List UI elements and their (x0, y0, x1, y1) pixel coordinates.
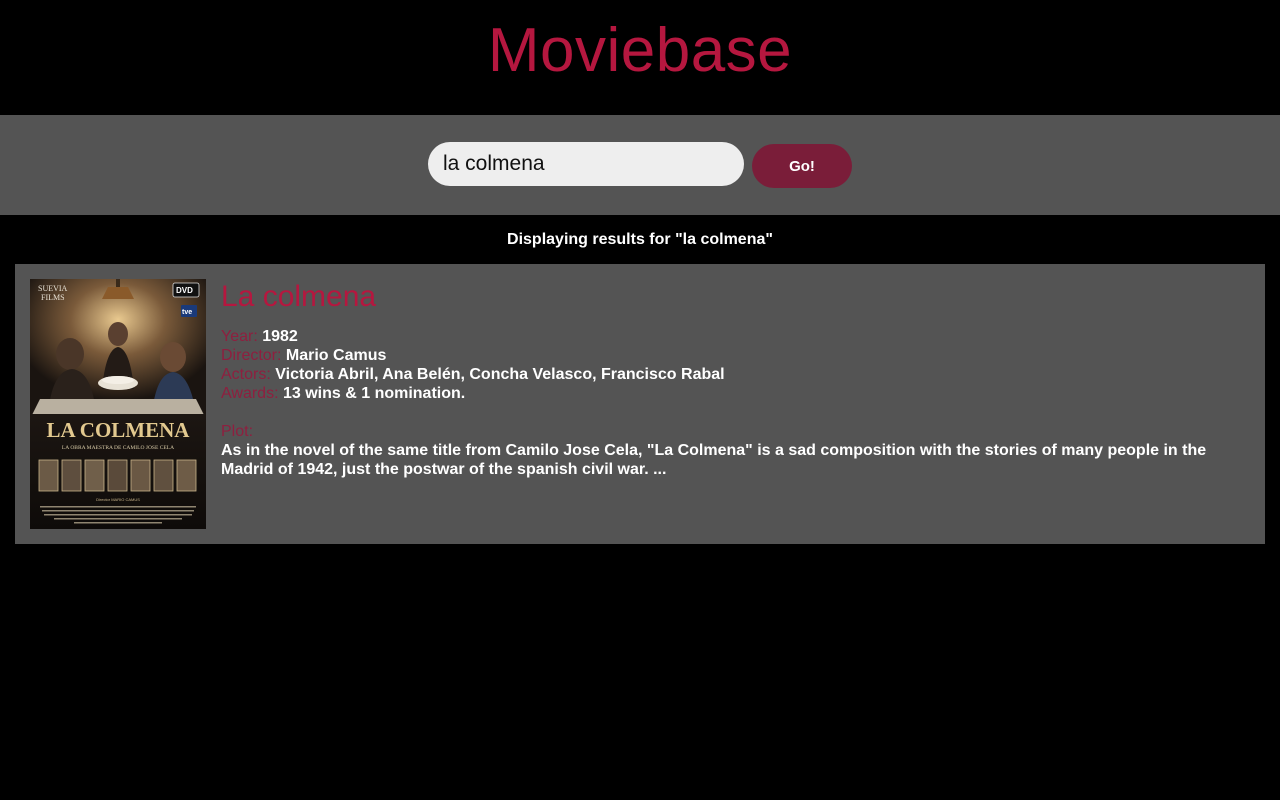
plot-text: As in the novel of the same title from C… (221, 442, 1207, 478)
poster-director-credit: Director MARIO CAMUS (96, 497, 140, 502)
plot-label: Plot: (221, 423, 254, 440)
poster-cast-portraits (38, 459, 197, 492)
header: Moviebase (0, 0, 1280, 115)
poster-studio-line1: SUEVIA (38, 284, 68, 293)
app-title: Moviebase (487, 16, 793, 85)
awards-label: Awards: (221, 385, 279, 402)
search-bar: Go! (0, 115, 1280, 215)
poster-studio-line2: FILMS (41, 293, 65, 302)
movie-awards: Awards: 13 wins & 1 nomination. (221, 384, 1250, 403)
movie-poster[interactable]: SUEVIA FILMS DVD tve LA COLMENA LA OBRA … (30, 279, 206, 529)
movie-director: Director: Mario Camus (221, 346, 1250, 365)
year-label: Year: (221, 328, 258, 345)
year-value: 1982 (262, 328, 298, 345)
poster-channel-badge: tve (182, 309, 192, 316)
poster-title: LA COLMENA (47, 418, 191, 442)
actors-value: Victoria Abril, Ana Belén, Concha Velasc… (275, 366, 725, 383)
poster-format-badge: DVD (176, 286, 193, 295)
movie-result-card: SUEVIA FILMS DVD tve LA COLMENA LA OBRA … (15, 264, 1265, 544)
awards-value: 13 wins & 1 nomination. (282, 385, 466, 402)
movie-year: Year: 1982 (221, 327, 1250, 346)
movie-title[interactable]: La colmena (221, 279, 1250, 315)
movie-details: La colmena Year: 1982 Director: Mario Ca… (221, 279, 1250, 529)
go-button[interactable]: Go! (752, 144, 852, 188)
director-value: Mario Camus (285, 347, 387, 364)
poster-subtitle: LA OBRA MAESTRA DE CAMILO JOSE CELA (62, 445, 174, 451)
director-label: Director: (221, 347, 282, 364)
movie-actors: Actors: Victoria Abril, Ana Belén, Conch… (221, 365, 1250, 384)
actors-label: Actors: (221, 366, 271, 383)
results-caption: Displaying results for "la colmena" (507, 230, 773, 248)
search-input[interactable] (428, 142, 744, 186)
